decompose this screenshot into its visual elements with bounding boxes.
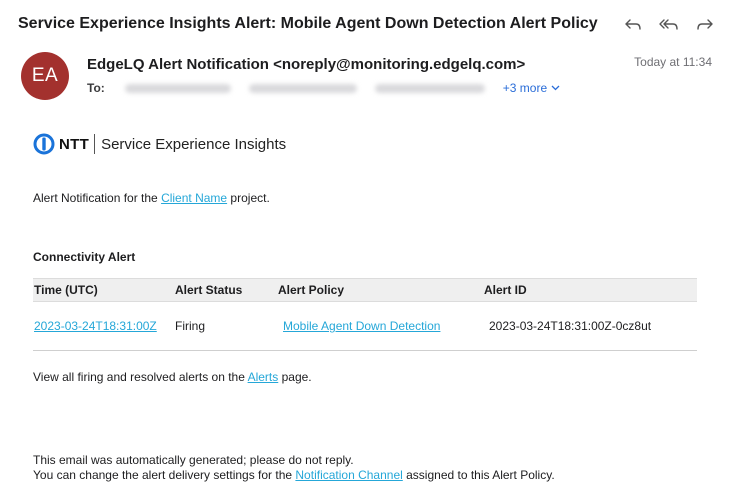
- section-title: Connectivity Alert: [33, 250, 136, 264]
- more-recipients-label: +3 more: [502, 81, 548, 95]
- alert-status: Firing: [175, 319, 206, 333]
- more-recipients-button[interactable]: +3 more: [503, 81, 560, 95]
- message-actions: [622, 14, 716, 36]
- chevron-down-icon: [551, 85, 560, 91]
- table-header-row: Time (UTC) Alert Status Alert Policy Ale…: [33, 278, 697, 302]
- header-policy: Alert Policy: [278, 283, 345, 297]
- alert-table: Time (UTC) Alert Status Alert Policy Ale…: [33, 278, 697, 351]
- notification-channel-link[interactable]: Notification Channel: [295, 468, 402, 482]
- recipients-row: To: +3 more: [87, 81, 560, 95]
- alert-time-link[interactable]: 2023-03-24T18:31:00Z: [34, 319, 157, 333]
- logo-product-name: Service Experience Insights: [101, 135, 287, 153]
- intro-prefix: Alert Notification for the: [33, 191, 162, 205]
- footer-prefix: You can change the alert delivery settin…: [33, 468, 296, 482]
- ntt-logo-icon: [33, 133, 55, 155]
- header-time: Time (UTC): [34, 283, 98, 297]
- client-name-link[interactable]: Client Name: [161, 191, 227, 205]
- footer-settings-text: You can change the alert delivery settin…: [33, 468, 555, 482]
- view-prefix: View all firing and resolved alerts on t…: [33, 370, 248, 384]
- received-date: Today at 11:34: [634, 55, 712, 69]
- recipient-redacted: [248, 83, 357, 93]
- footer-note: This email was automatically generated; …: [33, 453, 354, 467]
- header-id: Alert ID: [484, 283, 527, 297]
- footer-suffix: assigned to this Alert Policy.: [402, 468, 555, 482]
- logo-divider: [94, 134, 96, 154]
- reply-all-icon[interactable]: [658, 14, 680, 36]
- intro-suffix: project.: [227, 191, 270, 205]
- alerts-page-link[interactable]: Alerts: [248, 370, 279, 384]
- recipient-redacted: [374, 83, 485, 93]
- logo-brand: NTT: [59, 135, 90, 153]
- table-row: 2023-03-24T18:31:00Z Firing Mobile Agent…: [33, 302, 697, 351]
- reply-icon[interactable]: [622, 14, 644, 36]
- recipient-redacted: [124, 83, 231, 93]
- to-label: To:: [87, 81, 105, 95]
- view-suffix: page.: [278, 370, 312, 384]
- header-status: Alert Status: [175, 283, 243, 297]
- alert-policy-link[interactable]: Mobile Agent Down Detection: [283, 319, 440, 333]
- ntt-logo: NTT Service Experience Insights: [33, 133, 286, 155]
- sender-address[interactable]: EdgeLQ Alert Notification <noreply@monit…: [87, 56, 525, 73]
- sender-avatar: EA: [21, 52, 69, 100]
- view-all-text: View all firing and resolved alerts on t…: [33, 370, 312, 384]
- alert-id: 2023-03-24T18:31:00Z-0cz8ut: [489, 319, 652, 333]
- forward-icon[interactable]: [694, 14, 716, 36]
- email-subject: Service Experience Insights Alert: Mobil…: [18, 15, 598, 32]
- intro-text: Alert Notification for the Client Name p…: [33, 191, 270, 205]
